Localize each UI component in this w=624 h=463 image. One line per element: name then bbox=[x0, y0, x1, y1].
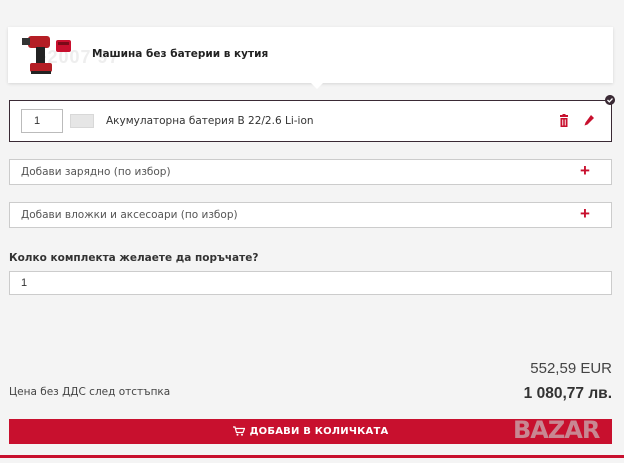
trash-icon[interactable] bbox=[558, 114, 570, 128]
pencil-icon[interactable] bbox=[583, 114, 595, 128]
price-eur: 552,59 EUR bbox=[530, 360, 612, 377]
sets-quantity-question: Колко комплекта желаете да поръчате? bbox=[9, 252, 259, 264]
selected-battery-row[interactable]: 1 Акумулаторна батерия B 22/2.6 Li-ion bbox=[9, 100, 612, 142]
battery-label: Акумулаторна батерия B 22/2.6 Li-ion bbox=[106, 115, 314, 127]
plus-icon[interactable]: + bbox=[580, 161, 590, 181]
add-charger-row[interactable]: Добави зарядно (по избор) + bbox=[9, 159, 612, 185]
product-title: Машина без батерии в кутия bbox=[92, 48, 269, 60]
cart-icon bbox=[232, 426, 245, 436]
battery-thumbnail bbox=[70, 114, 94, 128]
add-to-cart-label: ДОБАВИ В КОЛИЧКАТА bbox=[249, 426, 389, 437]
sets-quantity-input[interactable]: 1 bbox=[9, 271, 612, 295]
product-card: ~2007 97 Машина без батерии в кутия bbox=[8, 27, 613, 89]
add-charger-label: Добави зарядно (по избор) bbox=[21, 166, 171, 178]
bazar-watermark-logo: BAZAR bbox=[513, 416, 600, 444]
add-accessories-label: Добави вложки и аксесоари (по избор) bbox=[21, 209, 238, 221]
drill-image bbox=[22, 36, 71, 74]
add-accessories-row[interactable]: Добави вложки и аксесоари (по избор) + bbox=[9, 202, 612, 228]
battery-quantity-input[interactable]: 1 bbox=[21, 109, 63, 133]
plus-icon[interactable]: + bbox=[580, 204, 590, 224]
selected-check-icon bbox=[605, 95, 615, 105]
price-lv: 1 080,77 лв. bbox=[523, 385, 612, 402]
bottom-divider bbox=[0, 455, 624, 458]
price-caption: Цена без ДДС след отстъпка bbox=[9, 386, 171, 398]
